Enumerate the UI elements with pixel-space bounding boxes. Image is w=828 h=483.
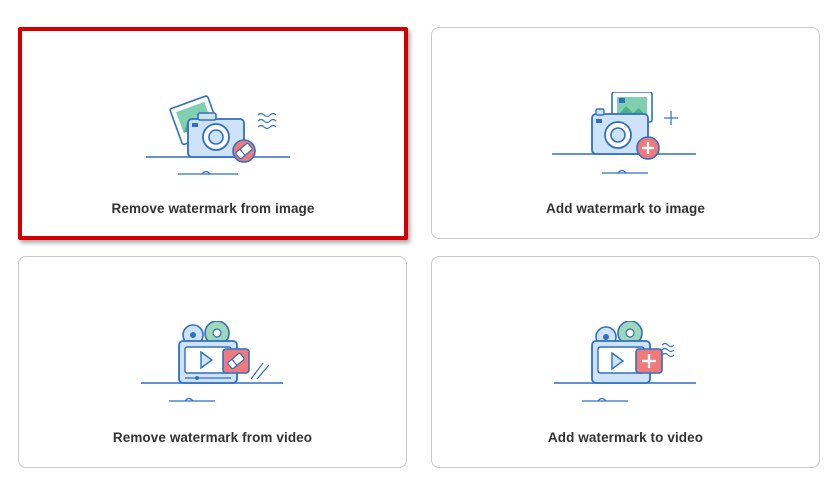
remove-watermark-from-video-label: Remove watermark from video xyxy=(112,430,313,445)
add-watermark-to-video-label: Add watermark to video xyxy=(547,430,704,445)
video-add-icon xyxy=(554,321,696,402)
camera-eraser-icon xyxy=(146,95,290,175)
add-watermark-to-image-label: Add watermark to image xyxy=(546,201,705,216)
add-watermark-to-image-card[interactable]: Add watermark to image xyxy=(431,27,820,239)
add-watermark-to-video-card[interactable]: Add watermark to video xyxy=(431,256,820,468)
video-eraser-icon xyxy=(141,321,283,402)
remove-watermark-from-image-card[interactable]: Remove watermark from image xyxy=(18,27,408,240)
remove-watermark-from-image-label: Remove watermark from image xyxy=(111,201,315,216)
remove-watermark-from-video-card[interactable]: Remove watermark from video xyxy=(18,256,407,468)
camera-add-icon xyxy=(552,92,696,174)
